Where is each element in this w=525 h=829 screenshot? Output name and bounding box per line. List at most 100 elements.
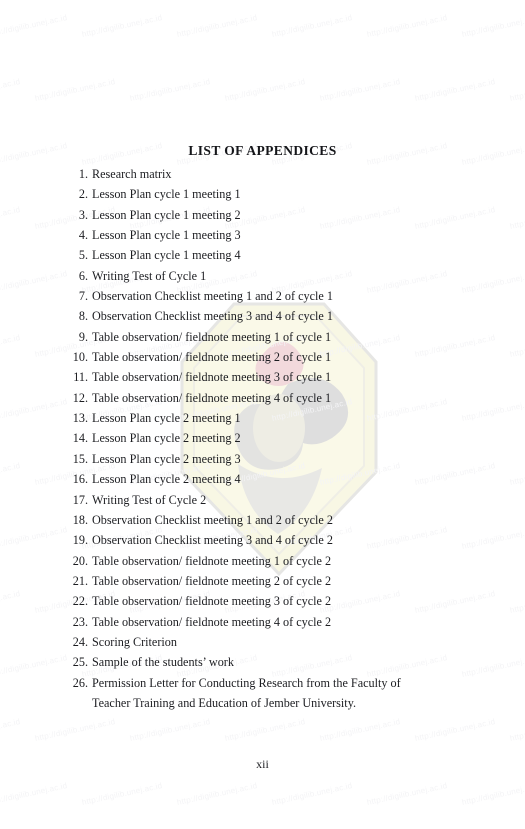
appendix-item-line: Lesson Plan cycle 2 meeting 3 [92,451,241,466]
appendix-item-number: 10. [72,350,88,365]
watermark-text: http://digilib.unej.ac.id [0,717,22,743]
appendix-item-line: Table observation/ fieldnote meeting 4 o… [92,390,332,405]
appendix-item-text: Lesson Plan cycle 1 meeting 1 [92,184,466,204]
appendix-item-number: 15. [72,451,88,466]
appendix-item-line: Lesson Plan cycle 1 meeting 3 [92,228,241,243]
watermark-text: http://digilib.unej.ac.id [461,525,525,551]
appendix-item-text: Lesson Plan cycle 1 meeting 3 [92,225,466,245]
appendix-item-number: 11. [73,370,88,385]
watermark-row: http://digilib.unej.ac.idhttp://digilib.… [0,0,525,24]
watermark-text: http://digilib.unej.ac.id [414,717,497,743]
appendix-list-item: 18. Observation Checklist meeting 1 and 2… [66,510,466,530]
watermark-text: http://digilib.unej.ac.id [509,205,525,231]
watermark-text: http://digilib.unej.ac.id [0,589,22,615]
appendix-item-text: Writing Test of Cycle 1 [92,266,466,286]
appendix-item-number: 13. [72,411,88,426]
appendix-item-number: 24. [72,634,88,649]
appendix-item-number: 8. [78,309,88,324]
appendix-list-item: 2. Lesson Plan cycle 1 meeting 1 [66,184,466,204]
watermark-text: http://digilib.unej.ac.id [0,205,22,231]
watermark-text: http://digilib.unej.ac.id [461,653,525,679]
watermark-text: http://digilib.unej.ac.id [414,77,497,103]
appendix-item-text: Observation Checklist meeting 3 and 4 of… [92,530,466,550]
watermark-text: http://digilib.unej.ac.id [0,461,22,487]
appendix-item-text: Scoring Criterion [92,632,466,652]
appendix-item-text: Table observation/ fieldnote meeting 4 o… [92,388,466,408]
watermark-text: http://digilib.unej.ac.id [224,717,307,743]
watermark-text: http://digilib.unej.ac.id [319,717,402,743]
appendix-item-text: Permission Letter for Conducting Researc… [92,673,466,714]
watermark-text: http://digilib.unej.ac.id [0,781,69,807]
watermark-text: http://digilib.unej.ac.id [366,13,449,39]
appendix-item-text: Lesson Plan cycle 2 meeting 1 [92,408,466,428]
appendix-item-line: Table observation/ fieldnote meeting 1 o… [92,329,332,344]
appendix-list-item: 25. Sample of the students’ work [66,652,466,672]
watermark-text: http://digilib.unej.ac.id [319,77,402,103]
appendix-item-number: 16. [72,472,88,487]
appendix-item-number: 20. [72,553,88,568]
appendix-item-text: Writing Test of Cycle 2 [92,490,466,510]
appendix-item-line: Lesson Plan cycle 1 meeting 2 [92,207,241,222]
watermark-text: http://digilib.unej.ac.id [461,269,525,295]
appendix-item-line: Table observation/ fieldnote meeting 1 o… [92,553,332,568]
appendix-item-line: Observation Checklist meeting 3 and 4 of… [92,533,333,548]
appendix-list-item: 6. Writing Test of Cycle 1 [66,266,466,286]
appendix-item-number: 23. [72,614,88,629]
appendix-item-text: Lesson Plan cycle 2 meeting 3 [92,449,466,469]
watermark-text: http://digilib.unej.ac.id [0,333,22,359]
appendix-list-item: 20. Table observation/ fieldnote meeting … [66,551,466,571]
watermark-text: http://digilib.unej.ac.id [271,13,354,39]
appendix-list-item: 22. Table observation/ fieldnote meeting … [66,591,466,611]
appendix-item-line: Writing Test of Cycle 2 [92,492,207,507]
watermark-text: http://digilib.unej.ac.id [224,77,307,103]
appendix-list-item: 15. Lesson Plan cycle 2 meeting 3 [66,449,466,469]
appendix-item-line: Lesson Plan cycle 1 meeting 4 [92,248,241,263]
appendix-item-text: Table observation/ fieldnote meeting 1 o… [92,327,466,347]
appendix-item-line: Table observation/ fieldnote meeting 3 o… [92,594,332,609]
watermark-text: http://digilib.unej.ac.id [129,717,212,743]
appendix-item-text: Table observation/ fieldnote meeting 1 o… [92,551,466,571]
appendix-item-number: 6. [78,268,88,283]
appendix-item-line: Lesson Plan cycle 1 meeting 1 [92,187,241,202]
appendix-item-number: 14. [72,431,88,446]
appendix-item-line: Sample of the students’ work [92,655,234,670]
appendix-item-text: Observation Checklist meeting 1 and 2 of… [92,286,466,306]
appendix-item-text: Table observation/ fieldnote meeting 3 o… [92,367,466,387]
appendix-list-item: 1. Research matrix [66,164,466,184]
appendix-list-item: 19. Observation Checklist meeting 3 and 4… [66,530,466,550]
appendix-item-number: 22. [72,594,88,609]
appendix-list-item: 10. Table observation/ fieldnote meeting … [66,347,466,367]
page-title: LIST OF APPENDICES [188,143,337,158]
appendix-item-number: 2. [78,187,88,202]
appendix-item-text: Lesson Plan cycle 1 meeting 2 [92,205,466,225]
appendix-item-line: Table observation/ fieldnote meeting 2 o… [92,573,332,588]
appendix-item-line: Lesson Plan cycle 2 meeting 1 [92,411,241,426]
appendix-list-item: 11. Table observation/ fieldnote meeting … [66,367,466,387]
appendix-item-text: Lesson Plan cycle 2 meeting 2 [92,428,466,448]
appendix-item-line: Scoring Criterion [92,634,177,649]
appendix-item-number: 4. [78,228,88,243]
appendix-list-item: 26. Permission Letter for Conducting Rese… [66,673,466,714]
watermark-text: http://digilib.unej.ac.id [509,77,525,103]
appendix-item-text: Table observation/ fieldnote meeting 4 o… [92,612,466,632]
appendix-item-text: Table observation/ fieldnote meeting 2 o… [92,347,466,367]
appendix-item-line: Permission Letter for Conducting Researc… [92,675,401,690]
watermark-text: http://digilib.unej.ac.id [81,13,164,39]
appendix-item-number: 26. [72,675,88,690]
appendix-item-number: 21. [72,573,88,588]
appendix-item-number: 17. [72,492,88,507]
watermark-text: http://digilib.unej.ac.id [34,77,117,103]
appendix-item-text: Lesson Plan cycle 2 meeting 4 [92,469,466,489]
appendix-item-text: Observation Checklist meeting 3 and 4 of… [92,306,466,326]
appendix-item-line: Observation Checklist meeting 3 and 4 of… [92,309,333,324]
appendix-item-line: Lesson Plan cycle 2 meeting 2 [92,431,241,446]
appendix-list-item: 7. Observation Checklist meeting 1 and 2 … [66,286,466,306]
page-number: xii [256,757,269,771]
appendix-list-item: 3. Lesson Plan cycle 1 meeting 2 [66,205,466,225]
appendix-item-number: 12. [72,390,88,405]
appendix-list-item: 24. Scoring Criterion [66,632,466,652]
appendix-list-item: 14. Lesson Plan cycle 2 meeting 2 [66,428,466,448]
appendix-list-item: 5. Lesson Plan cycle 1 meeting 4 [66,245,466,265]
appendix-item-number: 5. [78,248,88,263]
watermark-row: http://digilib.unej.ac.idhttp://digilib.… [0,781,525,829]
